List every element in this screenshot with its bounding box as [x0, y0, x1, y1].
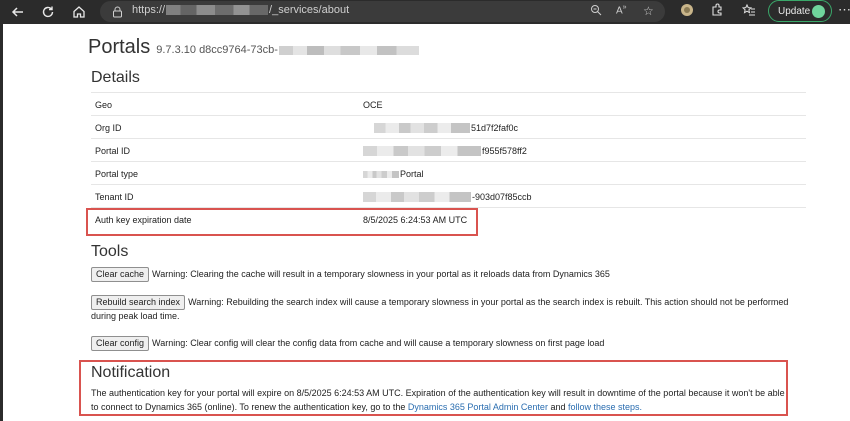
- portal-id-value: f955f578ff2: [363, 146, 527, 156]
- more-options-icon[interactable]: ⋯: [838, 2, 850, 18]
- details-heading: Details: [91, 69, 140, 86]
- version-text: 9.7.3.10 d8cc9764-73cb-: [156, 44, 419, 56]
- url-text[interactable]: https:// /_services/about: [132, 4, 349, 16]
- portal-id-label: Portal ID: [95, 146, 131, 156]
- notification-text: The authentication key for your portal w…: [91, 386, 791, 414]
- back-arrow-icon[interactable]: [8, 2, 28, 22]
- update-button[interactable]: Update: [768, 0, 832, 22]
- lock-icon[interactable]: [112, 5, 123, 23]
- update-label: Update: [778, 5, 811, 17]
- blurred-tenant-id: [363, 192, 471, 202]
- version-label: 9.7.3.10 d8cc9764-73cb-: [156, 44, 278, 56]
- table-row: Geo OCE: [91, 92, 806, 115]
- clear-cache-row: Clear cache Warning: Clearing the cache w…: [91, 267, 803, 282]
- favorite-star-icon[interactable]: ☆: [643, 4, 654, 18]
- org-id-value-text: 51d7f2faf0c: [471, 123, 519, 133]
- portal-id-value-text: f955f578ff2: [482, 146, 527, 156]
- geo-value-text: OCE: [363, 100, 383, 110]
- blurred-org-id: [374, 123, 470, 133]
- auth-key-expiration-label: Auth key expiration date: [95, 215, 192, 225]
- clear-cache-warning: Warning: Clearing the cache will result …: [152, 269, 610, 279]
- zoom-icon[interactable]: [590, 4, 602, 19]
- blurred-portal-type: [363, 170, 399, 178]
- blurred-version-suffix: [278, 45, 419, 55]
- read-aloud-icon[interactable]: A»: [616, 4, 627, 16]
- geo-value: OCE: [363, 100, 383, 110]
- clear-cache-button[interactable]: Clear cache: [91, 267, 150, 282]
- clear-config-button[interactable]: Clear config: [91, 336, 150, 351]
- table-row: Tenant ID -903d07f85ccb: [91, 184, 806, 207]
- clear-config-row: Clear config Warning: Clear config will c…: [91, 336, 803, 351]
- browser-toolbar: https:// /_services/about A» ☆ Update ⋯: [0, 0, 850, 24]
- table-row: Auth key expiration date 8/5/2025 6:24:5…: [91, 207, 806, 230]
- extensions-icon[interactable]: [710, 3, 724, 20]
- home-icon[interactable]: [69, 2, 89, 22]
- table-row: Portal ID f955f578ff2: [91, 138, 806, 161]
- tenant-id-label: Tenant ID: [95, 192, 134, 202]
- refresh-icon[interactable]: [38, 2, 58, 22]
- admin-center-link[interactable]: Dynamics 365 Portal Admin Center: [408, 402, 548, 412]
- page-title: Portals: [88, 36, 151, 58]
- portal-type-value-text: Portal: [400, 169, 424, 179]
- tenant-id-value: -903d07f85ccb: [363, 192, 532, 202]
- page-content: Portals 9.7.3.10 d8cc9764-73cb- Details …: [0, 24, 850, 421]
- favorites-icon[interactable]: [741, 3, 756, 20]
- org-id-value: 51d7f2faf0c: [374, 123, 518, 133]
- blurred-domain: [166, 5, 269, 15]
- auth-key-expiration-value: 8/5/2025 6:24:53 AM UTC: [363, 215, 467, 225]
- update-heart-icon: [812, 5, 825, 18]
- rebuild-search-index-button[interactable]: Rebuild search index: [91, 295, 186, 310]
- url-suffix: /_services/about: [269, 4, 350, 16]
- profile-icon[interactable]: [680, 3, 694, 20]
- clear-config-warning: Warning: Clear config will clear the con…: [152, 338, 605, 348]
- address-bar[interactable]: https:// /_services/about A» ☆: [100, 1, 665, 22]
- page-title-row: Portals 9.7.3.10 d8cc9764-73cb-: [88, 36, 419, 59]
- tenant-id-value-text: -903d07f85ccb: [472, 192, 532, 202]
- portal-type-label: Portal type: [95, 169, 139, 179]
- auth-key-expiration-text: 8/5/2025 6:24:53 AM UTC: [363, 215, 468, 225]
- tools-heading: Tools: [91, 243, 129, 260]
- org-id-label: Org ID: [95, 123, 122, 133]
- table-row: Portal type Portal: [91, 161, 806, 184]
- geo-label: Geo: [95, 100, 113, 110]
- url-prefix: https://: [132, 4, 166, 16]
- notification-heading: Notification: [91, 364, 171, 381]
- portal-type-value: Portal: [363, 169, 424, 179]
- table-row: Org ID 51d7f2faf0c: [91, 115, 806, 138]
- details-table: Geo OCE Org ID 51d7f2faf0c Portal ID f95…: [91, 92, 806, 230]
- rebuild-search-index-row: Rebuild search index Warning: Rebuilding …: [91, 295, 803, 323]
- notification-and: and: [550, 402, 566, 412]
- follow-steps-link[interactable]: follow these steps.: [568, 402, 642, 412]
- rebuild-search-index-warning: Warning: Rebuilding the search index wil…: [91, 297, 789, 321]
- blurred-portal-id: [363, 146, 481, 156]
